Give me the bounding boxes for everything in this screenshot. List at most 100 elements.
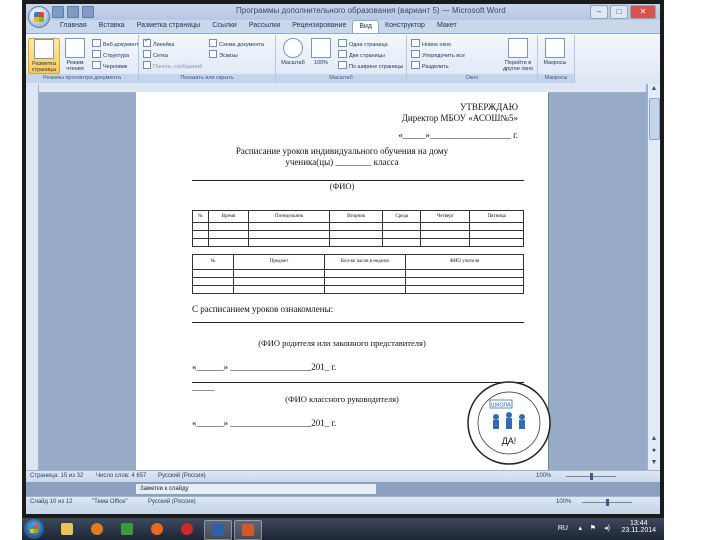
table-cell[interactable] [207,238,250,247]
document-page[interactable]: УТВЕРЖДАЮ Директор МБОУ «АСОШ№5» «_____»… [136,92,551,470]
split-button[interactable]: Разделить [411,61,449,70]
table-cell[interactable] [420,230,471,239]
table-cell[interactable] [420,222,471,231]
table-cell[interactable] [324,277,406,286]
ruler-checkbox[interactable]: Линейка [143,37,174,48]
vertical-ruler[interactable] [26,84,39,470]
taskbar-firefox[interactable] [144,520,170,538]
table-cell[interactable] [405,277,524,286]
start-button[interactable] [24,519,44,539]
taskbar-explorer[interactable] [54,520,80,538]
table-cell[interactable] [329,238,384,247]
table-cell[interactable] [192,277,234,286]
table-cell[interactable] [207,222,250,231]
zoom-level-2[interactable]: 100% [556,499,571,505]
table-cell[interactable] [192,222,209,231]
table-cell[interactable] [233,277,325,286]
minimize-button[interactable]: – [590,5,608,19]
table-cell[interactable] [192,285,234,294]
zoom-slider-knob-2[interactable] [606,499,609,506]
select-browse-icon[interactable]: ● [649,446,659,456]
table-cell[interactable] [382,222,422,231]
macros-button[interactable]: Макросы [540,38,570,72]
table-cell[interactable] [405,285,524,294]
table-cell[interactable] [382,238,422,247]
slide-notes[interactable]: Заметки к слайду [136,484,376,494]
zoom-slider-knob[interactable] [590,473,593,480]
table-cell[interactable] [192,238,209,247]
draft-button[interactable]: Черновик [92,61,127,70]
zoom-100-button[interactable]: 100% [306,38,336,72]
office-button[interactable] [28,6,50,28]
flag-icon[interactable]: ⚑ [590,524,596,532]
scroll-thumb[interactable] [649,98,660,140]
switch-windows-button[interactable]: Перейти в другое окно [501,38,535,72]
table-cell[interactable] [382,230,422,239]
one-page-button[interactable]: Одна страница [338,39,388,48]
vertical-scrollbar[interactable]: ▲ ▲ ● ▼ [647,84,660,470]
arrange-all-button[interactable]: Упорядочить все [411,50,465,59]
table-cell[interactable] [329,230,384,239]
tab-references[interactable]: Ссылки [206,20,243,33]
volume-icon[interactable]: ◂) [604,524,610,532]
table-cell[interactable] [324,285,406,294]
save-icon[interactable] [52,6,64,18]
table-cell[interactable] [192,269,234,278]
outline-button[interactable]: Структура [92,50,129,59]
thumbnails-checkbox[interactable]: Эскизы [209,50,238,59]
table-cell[interactable] [469,222,524,231]
taskbar-app-green[interactable] [114,520,140,538]
table-cell[interactable] [192,230,209,239]
tab-layout[interactable]: Макет [431,20,463,33]
keyboard-language[interactable]: RU [558,525,568,532]
undo-icon[interactable] [67,6,79,18]
tab-design[interactable]: Конструктор [379,20,431,33]
word-count[interactable]: Число слов: 4 657 [96,473,146,479]
table-cell[interactable] [233,269,325,278]
table-cell[interactable] [329,222,384,231]
next-page-icon[interactable]: ▼ [649,458,659,468]
zoom-level[interactable]: 100% [536,473,551,479]
clock[interactable]: 13:44 23.11.2014 [621,520,656,534]
taskbar-powerpoint[interactable] [234,520,262,540]
prev-page-icon[interactable]: ▲ [649,434,659,444]
page-counter[interactable]: Страница: 15 из 32 [30,473,83,479]
table-cell[interactable] [469,230,524,239]
new-window-button[interactable]: Новое окно [411,39,451,48]
slide-counter[interactable]: Слайд 10 из 12 [30,499,72,505]
table-cell[interactable] [420,238,471,247]
document-map-checkbox[interactable]: Схема документа [209,39,264,48]
theme-name[interactable]: "Тема Office" [92,499,128,505]
table-cell[interactable] [248,222,331,231]
tab-mailings[interactable]: Рассылки [243,20,286,33]
table-cell[interactable] [207,230,250,239]
table-cell[interactable] [248,230,331,239]
language-indicator[interactable]: Русский (Россия) [158,473,206,479]
maximize-button[interactable]: □ [610,5,628,19]
taskbar-opera[interactable] [174,520,200,538]
table-cell[interactable] [405,269,524,278]
redo-icon[interactable] [82,6,94,18]
reading-mode-button[interactable]: Режим чтения [60,38,90,72]
web-layout-button[interactable]: Веб-документ [92,39,138,48]
tab-view[interactable]: Вид [352,20,380,34]
table-cell[interactable] [248,238,331,247]
tab-home[interactable]: Главная [54,20,93,33]
table-cell[interactable] [233,285,325,294]
tab-insert[interactable]: Вставка [93,20,131,33]
page-width-button[interactable]: По ширине страницы [338,61,403,70]
tray-arrow-icon[interactable]: ▴ [578,524,582,532]
taskbar-word[interactable] [204,520,232,540]
print-layout-button[interactable]: Разметка страницы [28,38,60,74]
tab-review[interactable]: Рецензирование [286,20,352,33]
language-indicator-2[interactable]: Русский (Россия) [148,499,196,505]
scroll-up-icon[interactable]: ▲ [649,84,659,94]
table-cell[interactable] [324,269,406,278]
message-bar-checkbox[interactable]: Панель сообщений [143,61,202,70]
taskbar-player[interactable] [84,520,110,538]
two-pages-button[interactable]: Две страницы [338,50,385,59]
close-button[interactable]: ✕ [630,5,656,19]
grid-checkbox[interactable]: Сетка [143,50,168,59]
table-cell[interactable] [469,238,524,247]
zoom-button[interactable]: Масштаб [278,38,308,72]
